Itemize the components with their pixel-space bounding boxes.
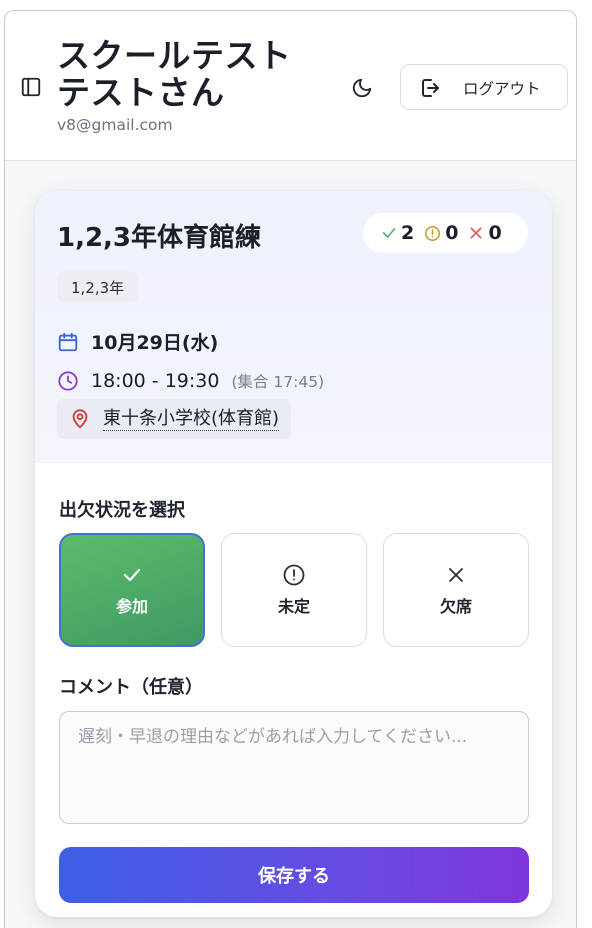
location-link[interactable]: 東十条小学校(体育館): [57, 399, 292, 439]
event-date-row: 10月29日(水): [57, 328, 218, 355]
alert-circle-icon: [283, 564, 305, 586]
absent-count: 0: [468, 222, 502, 244]
absent-option-button[interactable]: 欠席: [383, 533, 529, 647]
attendance-section-label: 出欠状況を選択: [59, 500, 185, 521]
event-summary: 1,2,3年体育館練 2 0 0 1,2,3年 10月29日(水) 18:00 …: [35, 191, 552, 463]
app-header: スクールテスト テストさん v8@gmail.com ログアウト: [5, 11, 576, 161]
sidebar-toggle-icon: [21, 77, 41, 97]
x-icon: [471, 227, 482, 239]
undecided-count: 0: [424, 222, 458, 244]
moon-icon: [352, 78, 372, 98]
check-icon: [382, 228, 396, 238]
comment-input[interactable]: [59, 711, 529, 824]
attend-option-button[interactable]: 参加: [59, 533, 205, 647]
absent-option-label: 欠席: [439, 597, 472, 616]
grade-badge: 1,2,3年: [57, 271, 139, 303]
logout-button[interactable]: ログアウト: [400, 64, 568, 110]
save-button[interactable]: 保存する: [59, 847, 529, 903]
clock-icon: [58, 371, 78, 391]
event-title: 1,2,3年体育館練: [57, 223, 262, 253]
x-icon: [449, 568, 463, 582]
undecided-option-label: 未定: [277, 597, 310, 616]
user-name: スクールテスト テストさん: [57, 36, 292, 112]
attend-option-label: 参加: [115, 597, 148, 616]
app-window: スクールテスト テストさん v8@gmail.com ログアウト 1,2,3年体…: [4, 10, 577, 928]
logout-icon: [422, 79, 439, 97]
comment-label: コメント（任意）: [59, 677, 203, 698]
event-date: 10月29日(水): [91, 332, 219, 354]
logout-label: ログアウト: [463, 80, 541, 98]
event-card: 1,2,3年体育館練 2 0 0 1,2,3年 10月29日(水) 18:00 …: [35, 191, 552, 917]
event-time: 18:00 - 19:30: [91, 370, 220, 392]
theme-toggle-button[interactable]: [349, 75, 375, 101]
calendar-icon: [58, 332, 78, 351]
gather-time: (集合 17:45): [231, 373, 325, 391]
sidebar-toggle-button[interactable]: [19, 75, 43, 99]
user-email: v8@gmail.com: [57, 116, 173, 134]
attend-count-value: 2: [401, 222, 415, 244]
location-name: 東十条小学校(体育館): [103, 407, 280, 431]
attendance-counts: 2 0 0: [363, 213, 528, 253]
check-icon: [123, 568, 141, 582]
alert-circle-icon: [425, 225, 441, 241]
attend-count: 2: [381, 222, 414, 244]
undecided-count-value: 0: [445, 222, 459, 244]
event-time-row: 18:00 - 19:30 (集合 17:45): [57, 370, 324, 392]
map-pin-icon: [72, 409, 88, 429]
absent-count-value: 0: [488, 222, 502, 244]
undecided-option-button[interactable]: 未定: [221, 533, 367, 647]
